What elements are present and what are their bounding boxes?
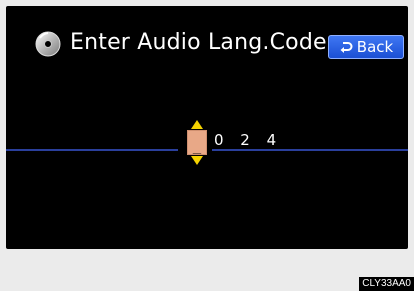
- arrow-up-icon[interactable]: [185, 120, 209, 130]
- active-digit: _: [192, 138, 202, 154]
- divider-right: [212, 149, 408, 151]
- arrow-down-icon[interactable]: [185, 155, 209, 165]
- return-arrow-icon: [340, 42, 353, 53]
- page-frame: Enter Audio Lang.Code Back _ 0 2 4 CLY33…: [0, 0, 414, 291]
- page-title: Enter Audio Lang.Code: [70, 30, 327, 55]
- back-button-label: Back: [356, 38, 394, 56]
- disc-icon: [35, 31, 61, 57]
- header: Enter Audio Lang.Code Back: [6, 6, 408, 66]
- active-digit-box[interactable]: _: [187, 130, 207, 155]
- display-screen: Enter Audio Lang.Code Back _ 0 2 4: [6, 6, 408, 249]
- code-digits: 0 2 4: [214, 131, 283, 149]
- image-code-label: CLY33AA0: [359, 277, 414, 291]
- divider-left: [6, 149, 178, 151]
- back-button[interactable]: Back: [328, 35, 404, 59]
